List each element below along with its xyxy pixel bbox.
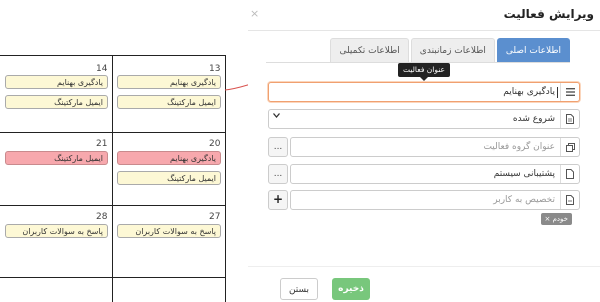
activity-title-value: یادگیری بهنایم bbox=[503, 87, 555, 97]
copy-icon bbox=[560, 138, 579, 156]
day-number: 28 bbox=[96, 212, 108, 222]
assignee-tag[interactable]: خودم × bbox=[540, 213, 572, 225]
calendar-divider bbox=[225, 55, 226, 302]
assign-user-field[interactable]: تخصیص به کاربر bbox=[290, 190, 580, 210]
calendar-event[interactable]: ایمیل مارکتینگ bbox=[117, 171, 221, 185]
calendar-event[interactable]: یادگیری بهنایم bbox=[117, 151, 221, 165]
category-field[interactable]: پشتیبانی سیستم bbox=[290, 164, 580, 184]
close-button[interactable]: بستن bbox=[280, 278, 318, 300]
tab-bar: اطلاعات اصلی اطلاعات زمانبندی اطلاعات تک… bbox=[328, 38, 570, 62]
calendar-divider bbox=[0, 132, 226, 133]
calendar-event[interactable]: ایمیل مارکتینگ bbox=[5, 95, 108, 109]
tooltip: عنوان فعالیت bbox=[398, 63, 450, 81]
document-icon bbox=[560, 110, 579, 128]
calendar-divider bbox=[0, 55, 226, 56]
status-select[interactable]: شروع شده bbox=[268, 109, 580, 129]
day-number: 14 bbox=[96, 64, 108, 74]
calendar-event[interactable]: ایمیل مارکتینگ bbox=[5, 151, 108, 165]
day-number: 13 bbox=[209, 64, 221, 74]
add-assignee-button[interactable]: + bbox=[268, 190, 288, 210]
group-picker-button[interactable]: ... bbox=[268, 137, 288, 157]
modal-title: ویرایش فعالیت bbox=[503, 7, 594, 21]
category-picker-button[interactable]: ... bbox=[268, 164, 288, 184]
day-number: 21 bbox=[96, 139, 108, 149]
user-page-icon bbox=[560, 191, 579, 209]
tab-schedule-info[interactable]: اطلاعات زمانبندی bbox=[410, 38, 495, 62]
calendar-grid: 14 یادگیری بهنایم ایمیل مارکتینگ 13 یادگ… bbox=[0, 0, 226, 302]
calendar-event[interactable]: ایمیل مارکتینگ bbox=[117, 95, 221, 109]
tab-extra-info[interactable]: اطلاعات تکمیلی bbox=[330, 38, 409, 62]
calendar-divider bbox=[0, 277, 226, 278]
list-icon bbox=[560, 83, 579, 101]
calendar-divider bbox=[0, 205, 226, 206]
tab-main-info[interactable]: اطلاعات اصلی bbox=[496, 38, 570, 62]
text-caret bbox=[557, 87, 558, 98]
divider bbox=[248, 266, 600, 267]
calendar-event[interactable]: پاسخ به سوالات کاربران bbox=[117, 224, 221, 238]
calendar-event[interactable]: یادگیری بهنایم bbox=[117, 75, 221, 89]
calendar-divider bbox=[112, 55, 113, 302]
close-icon[interactable]: × bbox=[250, 7, 259, 20]
day-number: 27 bbox=[209, 212, 221, 222]
category-value: پشتیبانی سیستم bbox=[493, 169, 555, 179]
chevron-down-icon bbox=[273, 113, 280, 118]
divider bbox=[248, 30, 600, 31]
status-value: شروع شده bbox=[512, 114, 555, 124]
page-icon bbox=[560, 165, 579, 183]
calendar-event[interactable]: یادگیری بهنایم bbox=[5, 75, 108, 89]
edit-activity-modal: × ویرایش فعالیت اطلاعات اصلی اطلاعات زما… bbox=[248, 0, 600, 302]
assign-user-placeholder: تخصیص به کاربر bbox=[493, 195, 555, 205]
activity-group-placeholder: عنوان گروه فعالیت bbox=[483, 142, 555, 152]
activity-title-field[interactable]: یادگیری بهنایم bbox=[268, 82, 580, 102]
day-number: 20 bbox=[209, 139, 221, 149]
calendar-event[interactable]: پاسخ به سوالات کاربران bbox=[5, 224, 108, 238]
save-button[interactable]: ذخیره bbox=[332, 278, 370, 300]
activity-group-field[interactable]: عنوان گروه فعالیت bbox=[290, 137, 580, 157]
